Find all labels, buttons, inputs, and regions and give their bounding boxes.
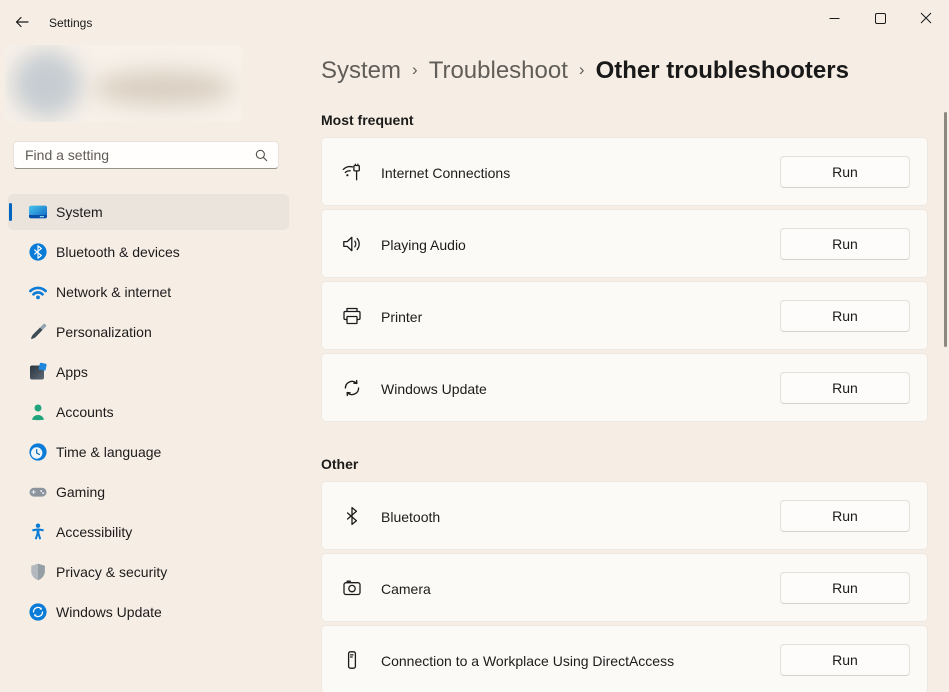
troubleshooter-label: Bluetooth xyxy=(381,482,440,551)
troubleshooter-label: Printer xyxy=(381,282,422,351)
troubleshooter-label: Windows Update xyxy=(381,354,487,423)
playing-audio-icon xyxy=(341,233,363,255)
troubleshooter-row-camera: Camera Run xyxy=(321,553,928,622)
troubleshooter-label: Connection to a Workplace Using DirectAc… xyxy=(381,626,674,692)
troubleshooter-row-windows-update: Windows Update Run xyxy=(321,353,928,422)
sidebar-item-accounts[interactable]: Accounts xyxy=(8,394,289,430)
troubleshooter-row-internet-connections: Internet Connections Run xyxy=(321,137,928,206)
accounts-icon xyxy=(28,402,48,422)
run-button-printer[interactable]: Run xyxy=(780,300,910,332)
section-title-most-frequent: Most frequent xyxy=(321,112,414,128)
apps-icon xyxy=(28,362,48,382)
sidebar-item-windows-update[interactable]: Windows Update xyxy=(8,594,289,630)
breadcrumb-separator: › xyxy=(412,60,418,79)
sidebar-item-network-internet[interactable]: Network & internet xyxy=(8,274,289,310)
account-header-blurred[interactable] xyxy=(5,45,242,122)
selected-accent-bar xyxy=(9,203,12,221)
window-title: Settings xyxy=(49,16,92,30)
sidebar-item-time-language[interactable]: Time & language xyxy=(8,434,289,470)
search-input[interactable] xyxy=(25,142,245,168)
windows-update-icon xyxy=(28,602,48,622)
sidebar-item-label: Accounts xyxy=(56,404,114,420)
vertical-scrollbar-thumb[interactable] xyxy=(944,112,947,347)
sidebar-item-apps[interactable]: Apps xyxy=(8,354,289,390)
sidebar-item-system[interactable]: System xyxy=(8,194,289,230)
maximize-button[interactable] xyxy=(857,0,903,36)
sidebar-item-label: Personalization xyxy=(56,324,152,340)
troubleshooter-label: Camera xyxy=(381,554,431,623)
search-icon xyxy=(254,148,269,163)
minimize-button[interactable] xyxy=(811,0,857,36)
sidebar-item-gaming[interactable]: Gaming xyxy=(8,474,289,510)
bluetooth-devices-icon xyxy=(28,242,48,262)
sidebar-item-label: Privacy & security xyxy=(56,564,167,580)
system-icon xyxy=(28,202,48,222)
run-button-internet-connections[interactable]: Run xyxy=(780,156,910,188)
troubleshooter-row-printer: Printer Run xyxy=(321,281,928,350)
gaming-icon xyxy=(28,482,48,502)
sidebar-item-label: Windows Update xyxy=(56,604,162,620)
time-language-icon xyxy=(28,442,48,462)
run-button-windows-update[interactable]: Run xyxy=(780,372,910,404)
close-button[interactable] xyxy=(903,0,949,36)
sidebar-item-bluetooth-devices[interactable]: Bluetooth & devices xyxy=(8,234,289,270)
troubleshooter-label: Internet Connections xyxy=(381,138,510,207)
search-box xyxy=(13,141,279,169)
maximize-icon xyxy=(875,13,886,24)
sidebar-item-label: System xyxy=(56,204,103,220)
avatar xyxy=(13,51,81,117)
troubleshooter-row-playing-audio: Playing Audio Run xyxy=(321,209,928,278)
breadcrumb: System › Troubleshoot › Other troubleshooter… xyxy=(321,57,849,85)
run-button-workplace-directaccess[interactable]: Run xyxy=(780,644,910,676)
sidebar-item-label: Apps xyxy=(56,364,88,380)
sidebar-item-label: Accessibility xyxy=(56,524,132,540)
run-button-camera[interactable]: Run xyxy=(780,572,910,604)
run-button-bluetooth[interactable]: Run xyxy=(780,500,910,532)
settings-window: Settings System Bluetooth & devices xyxy=(0,0,949,692)
personalization-icon xyxy=(28,322,48,342)
internet-connections-icon xyxy=(341,161,363,183)
privacy-security-icon xyxy=(28,562,48,582)
account-name-blurred xyxy=(93,71,233,105)
back-arrow-icon xyxy=(14,14,30,30)
sidebar-item-label: Time & language xyxy=(56,444,161,460)
run-button-playing-audio[interactable]: Run xyxy=(780,228,910,260)
troubleshooter-row-bluetooth: Bluetooth Run xyxy=(321,481,928,550)
minimize-icon xyxy=(829,13,840,24)
sidebar-item-personalization[interactable]: Personalization xyxy=(8,314,289,350)
back-button[interactable] xyxy=(8,8,36,36)
close-icon xyxy=(920,12,932,24)
troubleshooter-row-workplace-directaccess: Connection to a Workplace Using DirectAc… xyxy=(321,625,928,692)
breadcrumb-system[interactable]: System xyxy=(321,57,401,84)
troubleshooter-label: Playing Audio xyxy=(381,210,466,279)
workplace-directaccess-icon xyxy=(341,649,363,671)
sidebar-item-label: Bluetooth & devices xyxy=(56,244,180,260)
network-icon xyxy=(28,282,48,302)
section-title-other: Other xyxy=(321,456,358,472)
sidebar-item-label: Gaming xyxy=(56,484,105,500)
sidebar-item-label: Network & internet xyxy=(56,284,171,300)
bluetooth-icon xyxy=(341,505,363,527)
page-title: Other troubleshooters xyxy=(596,57,849,84)
sidebar-item-accessibility[interactable]: Accessibility xyxy=(8,514,289,550)
sidebar-item-privacy-security[interactable]: Privacy & security xyxy=(8,554,289,590)
breadcrumb-separator: › xyxy=(579,60,585,79)
accessibility-icon xyxy=(28,522,48,542)
camera-icon xyxy=(341,577,363,599)
breadcrumb-troubleshoot[interactable]: Troubleshoot xyxy=(429,57,568,84)
update-arrows-icon xyxy=(341,377,363,399)
printer-icon xyxy=(341,305,363,327)
